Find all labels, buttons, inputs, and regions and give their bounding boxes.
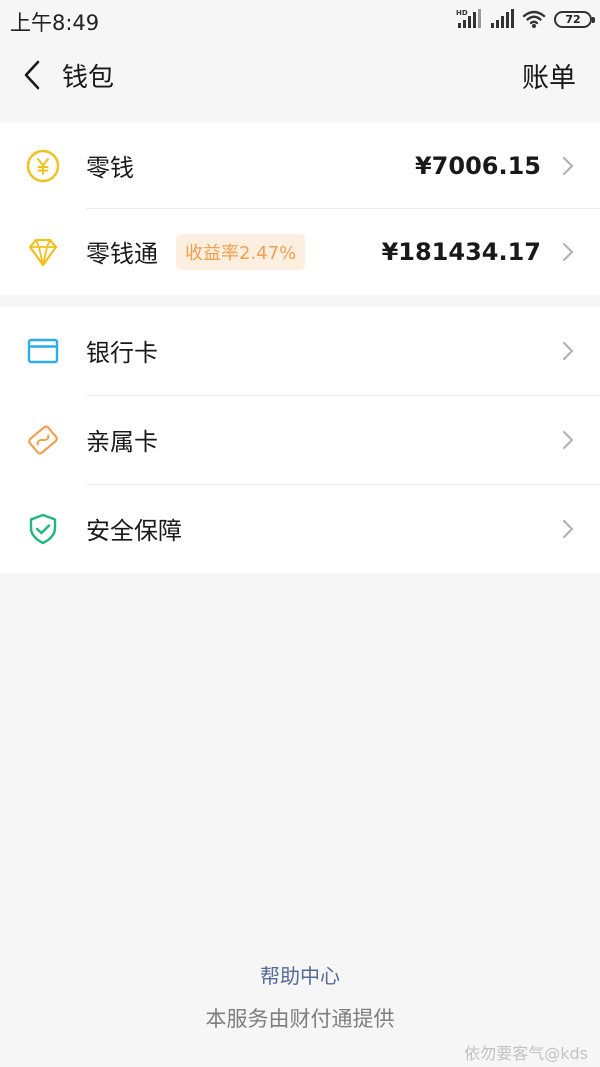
balance-group: 零钱 ¥7006.15 零钱通 收益率2.47% ¥181434.17 <box>0 122 600 295</box>
status-bar: 上午8:49 HD 72 <box>0 0 600 38</box>
chevron-right-icon <box>560 239 576 265</box>
battery-level: 72 <box>565 12 581 26</box>
provider-note: 本服务由财付通提供 <box>205 1007 395 1031</box>
change-row[interactable]: 零钱 ¥7006.15 <box>0 122 600 209</box>
bank-card-icon <box>24 332 62 370</box>
yield-rate-badge: 收益率2.47% <box>176 233 306 270</box>
chevron-right-icon <box>560 338 576 364</box>
family-card-label: 亲属卡 <box>86 428 158 456</box>
family-card-row[interactable]: 亲属卡 <box>0 396 600 483</box>
back-button[interactable] <box>14 55 50 95</box>
battery-icon: 72 <box>554 10 595 28</box>
bank-card-label: 银行卡 <box>86 339 158 367</box>
chevron-right-icon <box>560 427 576 453</box>
bank-card-row[interactable]: 银行卡 <box>0 307 600 394</box>
wallet-screen: 上午8:49 HD 72 钱包 账单 零钱 ¥7006.15 零钱通 收益率2.… <box>0 0 600 1067</box>
wifi-icon <box>522 10 546 28</box>
hd-label: HD <box>456 9 468 17</box>
yuan-coin-icon <box>24 147 62 185</box>
help-center-link[interactable]: 帮助中心 <box>0 960 600 989</box>
service-group: 银行卡 亲属卡 安全保障 <box>0 307 600 573</box>
licaitong-balance: ¥181434.17 <box>381 237 541 266</box>
hd-signal-icon: HD <box>456 9 481 28</box>
nav-bar: 钱包 账单 <box>0 38 600 112</box>
licaitong-row[interactable]: 零钱通 收益率2.47% ¥181434.17 <box>0 208 600 295</box>
watermark: 依勿要客气@kds <box>464 1044 588 1063</box>
chevron-right-icon <box>560 153 576 179</box>
status-icons: HD 72 <box>456 8 595 30</box>
chevron-right-icon <box>560 516 576 542</box>
diamond-icon <box>24 233 62 271</box>
family-card-icon <box>24 421 62 459</box>
change-balance: ¥7006.15 <box>414 151 541 180</box>
page-title: 钱包 <box>62 63 115 93</box>
change-label: 零钱 <box>86 154 134 182</box>
bill-button[interactable]: 账单 <box>522 56 576 95</box>
cellular-signal-icon <box>491 9 514 28</box>
shield-check-icon <box>24 510 62 548</box>
status-time: 上午8:49 <box>10 11 100 35</box>
chevron-left-icon <box>24 60 40 90</box>
security-label: 安全保障 <box>86 517 182 545</box>
licaitong-label: 零钱通 <box>86 240 158 268</box>
security-row[interactable]: 安全保障 <box>0 485 600 572</box>
